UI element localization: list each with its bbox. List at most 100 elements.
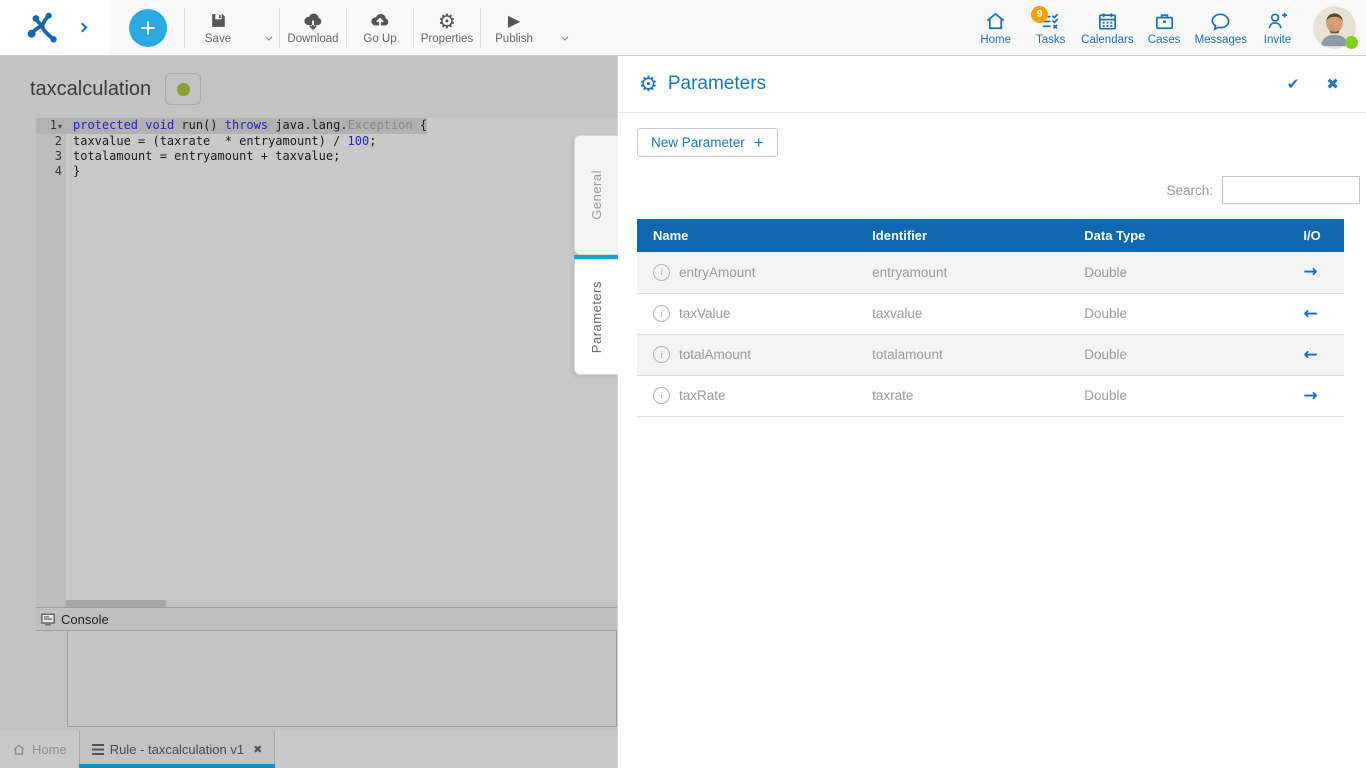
param-name: taxRate	[679, 388, 726, 403]
go-up-label: Go Up	[363, 33, 396, 45]
top-toolbar: + Save Download Go Up	[0, 0, 1366, 56]
panel-side-tabs: General Parameters	[574, 135, 618, 375]
info-icon[interactable]: i	[653, 387, 670, 404]
panel-title: Parameters	[668, 73, 766, 95]
download-label: Download	[287, 33, 338, 45]
table-row[interactable]: ientryAmount entryamount Double →	[637, 252, 1344, 293]
gear-icon: ⚙	[639, 74, 658, 95]
close-panel-icon[interactable]: ✖	[1326, 75, 1339, 93]
fold-arrow-icon[interactable]: ▾	[58, 122, 62, 131]
info-icon[interactable]: i	[653, 264, 670, 281]
nav-item-tasks[interactable]: 9 Tasks	[1023, 8, 1078, 48]
nav-home-label: Home	[980, 34, 1011, 46]
nav-messages-label: Messages	[1195, 34, 1247, 46]
param-identifier: entryamount	[856, 252, 1068, 293]
nav-item-home[interactable]: Home	[968, 8, 1023, 48]
info-icon[interactable]: i	[653, 346, 670, 363]
nav-cases-label: Cases	[1148, 34, 1181, 46]
console-icon	[41, 613, 55, 626]
arrow-left-icon: ←	[1303, 345, 1317, 365]
nav-item-messages[interactable]: Messages	[1192, 8, 1250, 48]
scrollbar-thumb[interactable]	[66, 600, 166, 607]
tab-rule-label: Rule - taxcalculation v1	[110, 742, 244, 757]
table-row[interactable]: i totalAmount totalamount Double ←	[637, 334, 1344, 375]
column-header-data-type: Data Type	[1068, 219, 1287, 252]
expand-sidebar-chevron-icon[interactable]	[77, 23, 87, 33]
table-row[interactable]: itaxValue taxvalue Double ←	[637, 293, 1344, 334]
param-identifier: totalamount	[856, 334, 1068, 375]
tab-home[interactable]: Home	[0, 731, 79, 768]
home-icon	[12, 743, 26, 757]
param-identifier: taxrate	[856, 375, 1068, 416]
param-name: taxValue	[679, 306, 731, 321]
search-label: Search:	[1166, 183, 1213, 198]
chevron-down-icon	[265, 34, 272, 41]
horizontal-scrollbar[interactable]	[66, 600, 617, 607]
code-line: 1▾ protected void run() throws java.lang…	[36, 118, 617, 134]
properties-label: Properties	[421, 33, 473, 45]
search-input[interactable]	[1222, 176, 1360, 204]
param-data-type: Double	[1068, 334, 1287, 375]
param-identifier: taxvalue	[856, 293, 1068, 334]
speech-bubble-icon	[1209, 10, 1232, 33]
logo-section	[0, 0, 110, 55]
save-button[interactable]: Save	[185, 7, 251, 49]
table-row[interactable]: itaxRate taxrate Double →	[637, 375, 1344, 416]
code-text: totalamount = entryamount + taxvalue;	[66, 149, 340, 164]
line-number: 3	[36, 149, 66, 164]
column-header-io: I/O	[1287, 219, 1344, 252]
page-title: taxcalculation	[30, 78, 151, 101]
bottom-tab-bar: Home Rule - taxcalculation v1 ✖	[0, 731, 617, 768]
new-parameter-button[interactable]: New Parameter +	[637, 128, 778, 157]
tab-parameters[interactable]: Parameters	[574, 259, 618, 375]
console-output	[67, 631, 617, 727]
tab-rule-taxcalculation[interactable]: Rule - taxcalculation v1 ✖	[79, 731, 276, 768]
user-avatar[interactable]	[1313, 6, 1356, 49]
nav-item-calendars[interactable]: Calendars	[1078, 8, 1136, 48]
new-parameter-label: New Parameter	[651, 135, 745, 150]
table-header-row: Name Identifier Data Type I/O	[637, 219, 1344, 252]
rule-editor-area: taxcalculation 1▾ protected void run() t…	[0, 56, 617, 768]
cloud-download-icon	[302, 11, 324, 31]
arrow-right-icon: →	[1303, 262, 1317, 282]
line-number: 1▾	[36, 118, 66, 134]
column-header-identifier: Identifier	[856, 219, 1068, 252]
download-button[interactable]: Download	[280, 7, 346, 49]
tab-parameters-label: Parameters	[589, 281, 604, 353]
param-data-type: Double	[1068, 375, 1287, 416]
chevron-down-icon	[561, 34, 568, 41]
code-line: 3 totalamount = entryamount + taxvalue;	[36, 149, 617, 164]
online-status-dot	[1345, 36, 1358, 49]
invite-person-icon	[1266, 10, 1289, 33]
tab-general[interactable]: General	[574, 135, 618, 255]
line-number: 4	[36, 164, 66, 179]
code-text: }	[66, 164, 80, 179]
console-header[interactable]: Console	[36, 607, 617, 631]
home-icon	[984, 10, 1007, 33]
param-name: totalAmount	[679, 347, 751, 362]
info-icon[interactable]: i	[653, 305, 670, 322]
calendar-icon	[1096, 10, 1119, 33]
rule-status-button[interactable]	[165, 73, 201, 105]
save-dropdown-button[interactable]	[251, 10, 279, 45]
nav-item-cases[interactable]: Cases	[1137, 8, 1192, 48]
go-up-button[interactable]: Go Up	[347, 7, 413, 49]
nav-calendars-label: Calendars	[1081, 34, 1133, 46]
nav-item-invite[interactable]: Invite	[1250, 8, 1305, 48]
code-editor[interactable]: 1▾ protected void run() throws java.lang…	[36, 118, 617, 607]
properties-button[interactable]: ⚙ Properties	[414, 7, 480, 49]
status-green-dot-icon	[177, 83, 190, 96]
parameters-panel-header: ⚙ Parameters ✔ ✖	[618, 56, 1366, 112]
add-button[interactable]: +	[129, 9, 167, 47]
confirm-check-icon[interactable]: ✔	[1287, 75, 1300, 93]
publish-label: Publish	[495, 33, 533, 45]
line-number: 2	[36, 134, 66, 149]
publish-dropdown-button[interactable]	[547, 10, 575, 45]
close-tab-icon[interactable]: ✖	[253, 743, 262, 756]
tab-home-label: Home	[32, 742, 67, 757]
tab-general-label: General	[589, 170, 604, 220]
publish-button[interactable]: ▶ Publish	[481, 7, 547, 49]
param-data-type: Double	[1068, 293, 1287, 334]
param-name: entryAmount	[679, 265, 756, 280]
play-icon: ▶	[508, 11, 520, 31]
